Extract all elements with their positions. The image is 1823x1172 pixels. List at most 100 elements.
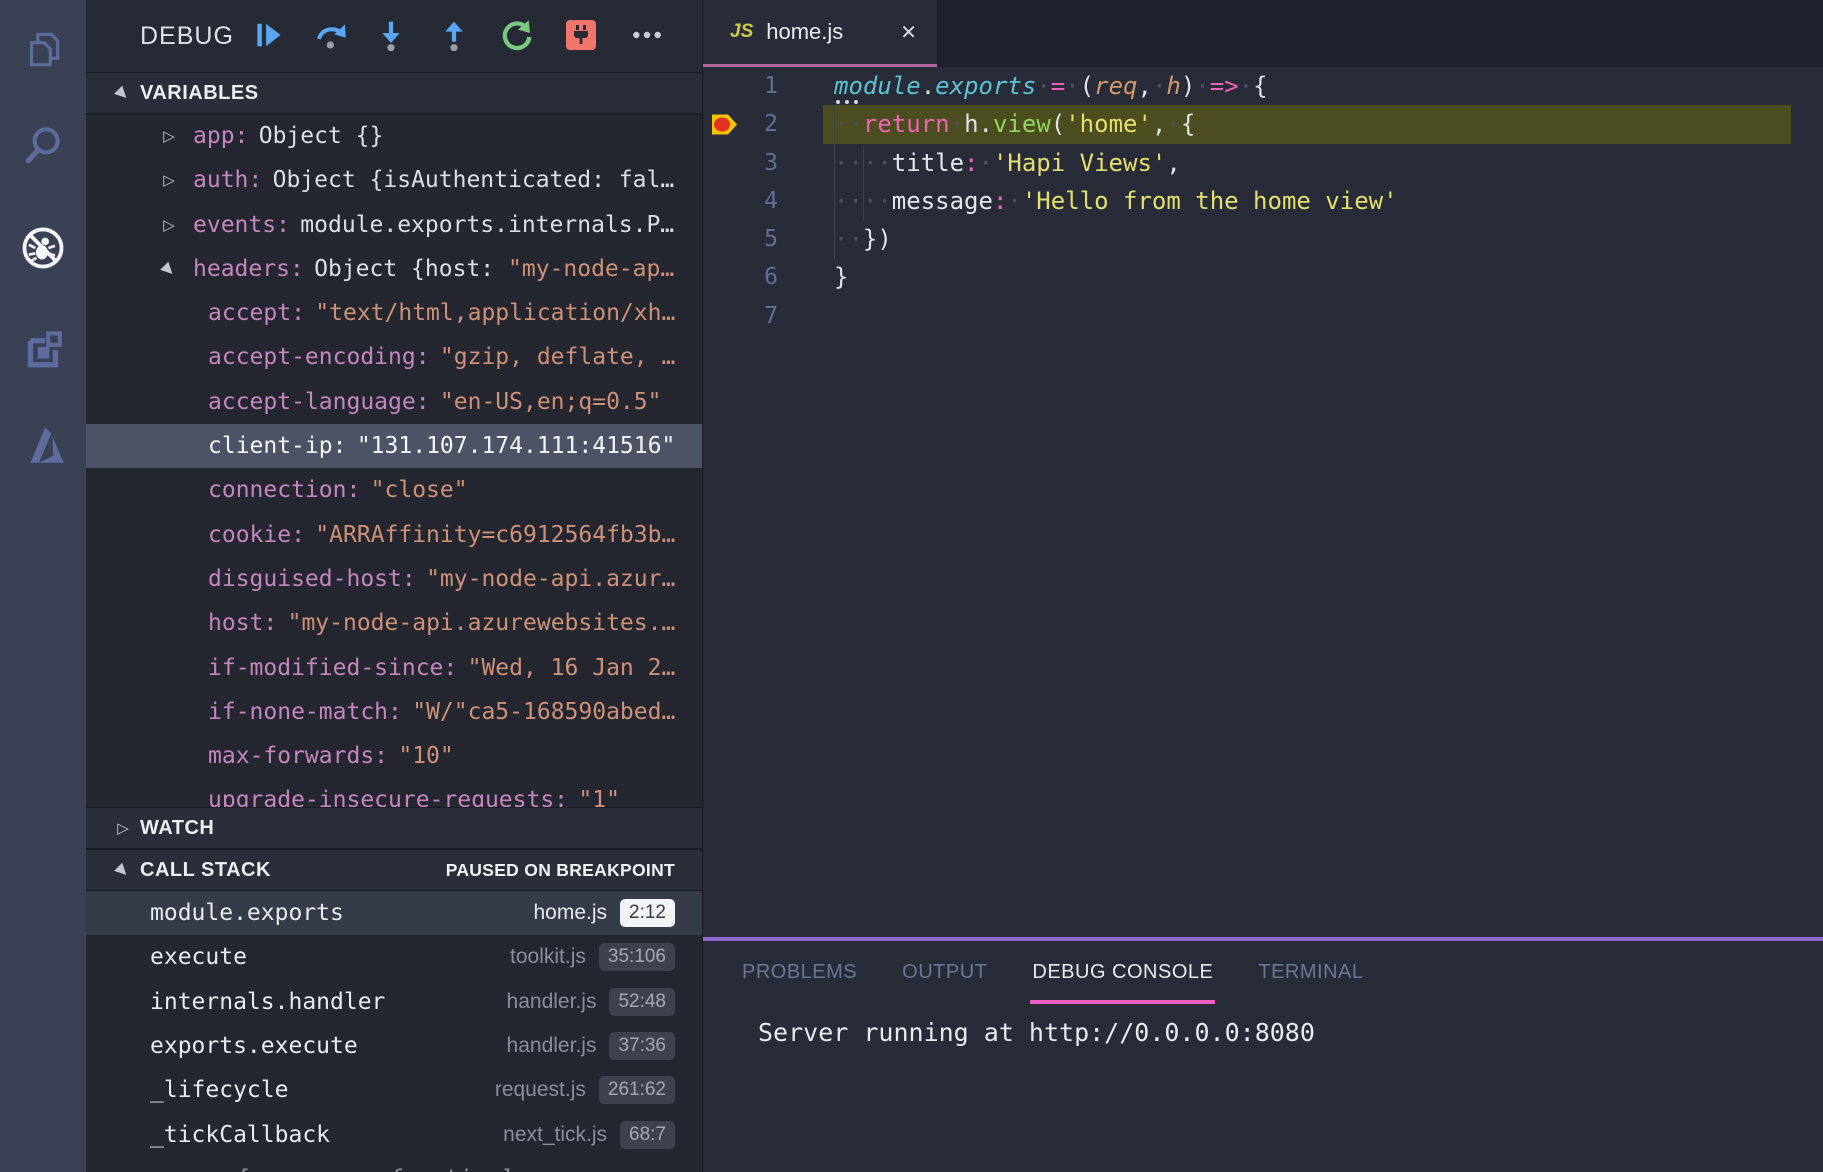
panel-tab-bar: PROBLEMS OUTPUT DEBUG CONSOLE TERMINAL bbox=[703, 941, 1823, 1004]
variables-list: ▷ app:Object {} ▷ auth:Object {isAuthent… bbox=[86, 114, 702, 807]
files-icon bbox=[20, 27, 66, 73]
watch-section-header[interactable]: ▷ WATCH bbox=[86, 807, 702, 849]
code-line: 4 ····message:·'Hello from the home view… bbox=[703, 182, 1823, 220]
tab-problems[interactable]: PROBLEMS bbox=[740, 941, 859, 1004]
variable-row[interactable]: upgrade-insecure-requests:"1" bbox=[86, 778, 702, 807]
step-out-button[interactable] bbox=[435, 15, 473, 55]
call-stack-section-header[interactable]: ▶ CALL STACK PAUSED ON BREAKPOINT bbox=[86, 849, 702, 891]
code-line: 7 bbox=[703, 297, 1823, 335]
code-line: 3 ····title:·'Hapi Views', bbox=[703, 144, 1823, 182]
step-into-icon bbox=[375, 19, 407, 51]
line-col-badge: 68:7 bbox=[620, 1121, 675, 1149]
debug-toolbar: DEBUG bbox=[86, 0, 702, 73]
line-number[interactable]: 2 bbox=[703, 105, 778, 143]
call-stack-list: module.exports home.js 2:12 execute tool… bbox=[86, 891, 702, 1172]
variable-row[interactable]: ▷ events:module.exports.internals.P… bbox=[86, 203, 702, 247]
extensions-icon[interactable] bbox=[0, 304, 86, 392]
variable-row[interactable]: accept:"text/html,application/xh… bbox=[86, 291, 702, 335]
continue-icon bbox=[253, 20, 283, 50]
variable-row[interactable]: disguised-host:"my-node-api.azur… bbox=[86, 557, 702, 601]
code-line: 1 module.exports·=·(req,·h)·=>·{ bbox=[703, 67, 1823, 105]
disconnect-plug-icon bbox=[566, 20, 596, 50]
bug-disabled-icon bbox=[19, 224, 67, 272]
stack-frame-row[interactable]: execute toolkit.js 35:106 bbox=[86, 935, 702, 979]
ellipsis-icon bbox=[631, 19, 663, 51]
stack-frame-row[interactable]: [anonymous function] bbox=[86, 1157, 702, 1172]
variable-row[interactable]: accept-language:"en-US,en;q=0.5" bbox=[86, 380, 702, 424]
line-number[interactable]: 3 bbox=[703, 144, 778, 182]
variable-row[interactable]: ▶ headers:Object {host: "my-node-ap… bbox=[86, 247, 702, 291]
chevron-expanded-icon[interactable]: ▶ bbox=[109, 856, 137, 884]
tab-terminal[interactable]: TERMINAL bbox=[1256, 941, 1365, 1004]
variables-section-header[interactable]: ▶ VARIABLES bbox=[86, 73, 702, 114]
line-col-badge: 35:106 bbox=[599, 943, 675, 971]
watch-section-label: WATCH bbox=[140, 817, 214, 840]
disconnect-button[interactable] bbox=[562, 15, 600, 55]
azure-icon[interactable] bbox=[0, 399, 86, 487]
line-col-badge: 261:62 bbox=[599, 1076, 675, 1104]
variables-section-label: VARIABLES bbox=[140, 82, 259, 105]
continue-button[interactable] bbox=[249, 15, 287, 55]
debug-sidebar: DEBUG bbox=[86, 0, 703, 1172]
variable-row-selected[interactable]: client-ip:"131.107.174.111:41516" bbox=[86, 424, 702, 468]
line-col-badge: 2:12 bbox=[620, 899, 675, 927]
restart-icon bbox=[500, 19, 532, 51]
line-number[interactable]: 7 bbox=[703, 297, 778, 335]
debug-icon[interactable] bbox=[0, 204, 86, 292]
stack-frame-row[interactable]: _lifecycle request.js 261:62 bbox=[86, 1068, 702, 1112]
chevron-expanded-icon[interactable]: ▶ bbox=[109, 79, 137, 107]
step-over-button[interactable] bbox=[312, 15, 350, 55]
azure-logo-icon bbox=[20, 420, 66, 466]
chevron-collapsed-icon[interactable]: ▷ bbox=[112, 819, 134, 837]
variable-row[interactable]: if-none-match:"W/"ca5-168590abed… bbox=[86, 690, 702, 734]
debug-console-output: Server running at http://0.0.0.0:8080 bbox=[758, 1018, 1823, 1047]
editor-tab-bar: JS home.js ✕ bbox=[703, 0, 1823, 67]
variable-row[interactable]: if-modified-since:"Wed, 16 Jan 2… bbox=[86, 646, 702, 690]
line-number[interactable]: 5 bbox=[703, 220, 778, 258]
code-line: 5 ··}) bbox=[703, 220, 1823, 258]
line-number[interactable]: 6 bbox=[703, 258, 778, 296]
step-over-icon bbox=[315, 19, 347, 51]
call-stack-section-label: CALL STACK bbox=[140, 859, 271, 882]
extensions-blocks-icon bbox=[20, 325, 66, 371]
line-col-badge: 52:48 bbox=[609, 988, 675, 1016]
step-out-icon bbox=[438, 19, 470, 51]
javascript-file-icon: JS bbox=[730, 21, 753, 43]
code-line: 6 } bbox=[703, 258, 1823, 296]
search-icon[interactable] bbox=[0, 101, 86, 189]
explorer-icon[interactable] bbox=[0, 6, 86, 94]
tab-output[interactable]: OUTPUT bbox=[900, 941, 989, 1004]
restart-button[interactable] bbox=[497, 15, 535, 55]
code-line-current: 2 ··return·h.view('home',·{ bbox=[703, 105, 1823, 143]
variable-row[interactable]: cookie:"ARRAffinity=c6912564fb3b… bbox=[86, 513, 702, 557]
sidebar-title: DEBUG bbox=[140, 0, 234, 72]
tab-label: home.js bbox=[766, 19, 843, 45]
variable-row[interactable]: connection:"close" bbox=[86, 468, 702, 512]
line-col-badge: 37:36 bbox=[609, 1032, 675, 1060]
stack-frame-row[interactable]: internals.handler handler.js 52:48 bbox=[86, 980, 702, 1024]
variable-row[interactable]: host:"my-node-api.azurewebsites.… bbox=[86, 601, 702, 645]
vscode-window: DEBUG bbox=[0, 0, 1823, 1172]
stack-frame-row[interactable]: _tickCallback next_tick.js 68:7 bbox=[86, 1112, 702, 1156]
variable-row[interactable]: accept-encoding:"gzip, deflate, … bbox=[86, 335, 702, 379]
tab-debug-console[interactable]: DEBUG CONSOLE bbox=[1030, 941, 1215, 1004]
magnifier-icon bbox=[20, 122, 66, 168]
chevron-collapsed-icon[interactable]: ▷ bbox=[158, 158, 180, 202]
chevron-collapsed-icon[interactable]: ▷ bbox=[158, 114, 180, 158]
editor-area: JS home.js ✕ 1 module.exports·=·(req,·h)… bbox=[703, 0, 1823, 1172]
variable-row[interactable]: ▷ app:Object {} bbox=[86, 114, 702, 158]
tab-home-js[interactable]: JS home.js ✕ bbox=[703, 0, 937, 67]
more-actions-button[interactable] bbox=[628, 15, 666, 55]
close-icon[interactable]: ✕ bbox=[900, 20, 917, 44]
stack-frame-row[interactable]: exports.execute handler.js 37:36 bbox=[86, 1024, 702, 1068]
chevron-collapsed-icon[interactable]: ▷ bbox=[158, 203, 180, 247]
variable-row[interactable]: max-forwards:"10" bbox=[86, 734, 702, 778]
line-number[interactable]: 4 bbox=[703, 182, 778, 220]
chevron-expanded-icon[interactable]: ▶ bbox=[146, 247, 193, 291]
variable-row[interactable]: ▷ auth:Object {isAuthenticated: fal… bbox=[86, 158, 702, 202]
line-number[interactable]: 1 bbox=[703, 67, 778, 105]
code-editor[interactable]: 1 module.exports·=·(req,·h)·=>·{ 2 ··ret… bbox=[703, 67, 1823, 937]
step-into-button[interactable] bbox=[372, 15, 410, 55]
stack-frame-row-selected[interactable]: module.exports home.js 2:12 bbox=[86, 891, 702, 935]
activity-bar bbox=[0, 0, 86, 1172]
